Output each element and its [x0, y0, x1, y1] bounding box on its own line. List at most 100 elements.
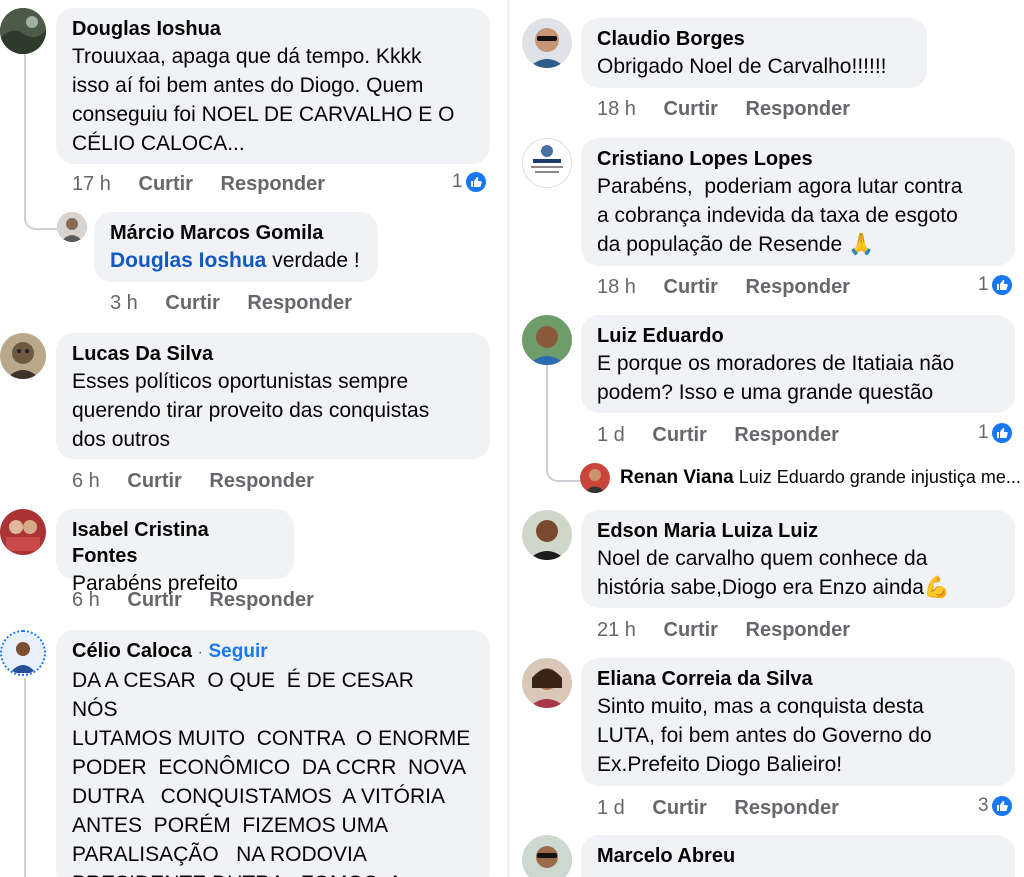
left-comment-column: Douglas Ioshua Trouuxaa, apaga que dá te…: [0, 0, 505, 877]
comment-actions: 6 h Curtir Responder: [72, 587, 336, 613]
like-button[interactable]: Curtir: [127, 589, 181, 611]
comment-text: Obrigado Noel de Carvalho!!!!!!: [597, 55, 887, 78]
comment-actions: 21 h Curtir Responder: [597, 617, 872, 643]
reaction-count[interactable]: 3: [978, 795, 1012, 817]
comment-bubble: Lucas Da Silva Esses políticos oportunis…: [56, 333, 490, 459]
comment-author[interactable]: Marcelo Abreu: [597, 843, 999, 869]
mention-link[interactable]: Douglas Ioshua: [110, 249, 266, 272]
avatar[interactable]: [0, 8, 46, 54]
reply-button[interactable]: Responder: [247, 292, 351, 314]
thumbs-up-icon: [465, 172, 486, 192]
comment-time[interactable]: 3 h: [110, 292, 138, 314]
comment-text: Noel de carvalho quem conhece da históri…: [597, 547, 951, 599]
comment-time[interactable]: 21 h: [597, 619, 636, 641]
comment-text: DA A CESAR O QUE É DE CESAR NÓS LUTAMOS …: [72, 669, 471, 877]
reaction-number: 3: [978, 795, 989, 816]
comment-actions: 1 d Curtir Responder: [597, 795, 861, 821]
like-button[interactable]: Curtir: [652, 797, 706, 819]
column-divider: [507, 0, 510, 877]
reaction-number: 1: [978, 274, 989, 295]
like-button[interactable]: Curtir: [652, 424, 706, 446]
comment-author[interactable]: Cristiano Lopes Lopes: [597, 146, 999, 172]
right-comment-column: Claudio Borges Obrigado Noel de Carvalho…: [512, 0, 1024, 877]
avatar[interactable]: [522, 835, 572, 877]
reaction-count[interactable]: 1: [452, 171, 486, 193]
reply-button[interactable]: Responder: [734, 797, 838, 819]
comment-author[interactable]: Eliana Correia da Silva: [597, 666, 999, 692]
reply-button[interactable]: Responder: [746, 619, 850, 641]
avatar[interactable]: [580, 463, 610, 493]
comment-author[interactable]: Lucas Da Silva: [72, 341, 474, 367]
comment-author[interactable]: Célio Caloca: [72, 640, 192, 662]
comment-time[interactable]: 17 h: [72, 173, 111, 195]
reply-thread-line: [24, 678, 26, 877]
comment-bubble: Célio Caloca · Seguir DA A CESAR O QUE É…: [56, 630, 490, 877]
comment-author[interactable]: Claudio Borges: [597, 26, 911, 52]
like-button[interactable]: Curtir: [139, 173, 193, 195]
reply-button[interactable]: Responder: [209, 470, 313, 492]
reply-button[interactable]: Responder: [746, 98, 850, 120]
comment-text: Esses políticos oportunistas sempre quer…: [72, 370, 430, 451]
reaction-number: 1: [452, 171, 463, 192]
comment-bubble: Claudio Borges Obrigado Noel de Carvalho…: [581, 18, 927, 88]
comment-text: Sinto muito, mas a conquista desta LUTA,…: [597, 695, 932, 776]
comment-time[interactable]: 1 d: [597, 797, 625, 819]
comment-bubble: Isabel Cristina Fontes Parabéns prefeito: [56, 509, 294, 595]
like-button[interactable]: Curtir: [165, 292, 219, 314]
avatar[interactable]: [522, 138, 572, 188]
comment-actions: 1 d Curtir Responder: [597, 422, 861, 448]
thumbs-up-icon: [991, 275, 1012, 295]
reply-button[interactable]: Responder: [734, 424, 838, 446]
like-button[interactable]: Curtir: [664, 619, 718, 641]
comment-author[interactable]: Douglas Ioshua: [72, 16, 474, 42]
reaction-count[interactable]: 1: [978, 274, 1012, 296]
comment-text: Trouuxaa, apaga que dá tempo. Kkkk isso …: [72, 45, 455, 155]
reply-button[interactable]: Responder: [746, 276, 850, 298]
reply-bubble: Márcio Marcos Gomila Douglas Ioshua verd…: [94, 212, 378, 282]
comment-author[interactable]: Edson Maria Luiza Luiz: [597, 518, 999, 544]
reaction-number: 1: [978, 422, 989, 443]
comment-bubble: Luiz Eduardo E porque os moradores de It…: [581, 315, 1015, 413]
avatar[interactable]: [522, 315, 572, 365]
thumbs-up-icon: [991, 423, 1012, 443]
comment-author[interactable]: Luiz Eduardo: [597, 323, 999, 349]
comment-bubble: Edson Maria Luiza Luiz Noel de carvalho …: [581, 510, 1015, 608]
comment-time[interactable]: 18 h: [597, 98, 636, 120]
reply-button[interactable]: Responder: [209, 589, 313, 611]
avatar[interactable]: [57, 212, 87, 242]
comment-time[interactable]: 6 h: [72, 470, 100, 492]
avatar[interactable]: [0, 630, 46, 676]
comment-author[interactable]: Renan Viana: [620, 467, 734, 488]
thumbs-up-icon: [991, 796, 1012, 816]
comment-author[interactable]: Márcio Marcos Gomila: [110, 220, 362, 246]
comment-actions: 17 h Curtir Responder: [72, 171, 347, 197]
comment-text: E porque os moradores de Itatiaia não po…: [597, 352, 955, 404]
comment-time[interactable]: 6 h: [72, 589, 100, 611]
separator-dot: ·: [197, 644, 203, 661]
avatar[interactable]: [522, 510, 572, 560]
avatar[interactable]: [0, 509, 46, 555]
comment-bubble: Marcelo Abreu: [581, 835, 1015, 877]
comment-bubble: Cristiano Lopes Lopes Parabéns, poderiam…: [581, 138, 1015, 266]
comment-time[interactable]: 18 h: [597, 276, 636, 298]
comment-actions: 6 h Curtir Responder: [72, 468, 336, 494]
comment-bubble: Eliana Correia da Silva Sinto muito, mas…: [581, 658, 1015, 786]
reply-button[interactable]: Responder: [221, 173, 325, 195]
like-button[interactable]: Curtir: [127, 470, 181, 492]
reaction-count[interactable]: 1: [978, 422, 1012, 444]
like-button[interactable]: Curtir: [664, 276, 718, 298]
collapsed-reply[interactable]: Renan Viana Luiz Eduardo grande injustiç…: [620, 467, 1021, 489]
comment-text: verdade !: [266, 249, 360, 272]
reply-thread-line: [24, 50, 58, 230]
comment-actions: 18 h Curtir Responder: [597, 96, 872, 122]
comment-time[interactable]: 1 d: [597, 424, 625, 446]
avatar[interactable]: [0, 333, 46, 379]
comment-text: Luiz Eduardo grande injustiça me...: [738, 467, 1021, 487]
like-button[interactable]: Curtir: [664, 98, 718, 120]
follow-button[interactable]: Seguir: [209, 641, 268, 662]
reply-thread-line: [546, 364, 580, 482]
comment-author[interactable]: Isabel Cristina Fontes: [72, 517, 278, 569]
comment-text: Parabéns, poderiam agora lutar contra a …: [597, 175, 963, 256]
avatar[interactable]: [522, 18, 572, 68]
avatar[interactable]: [522, 658, 572, 708]
